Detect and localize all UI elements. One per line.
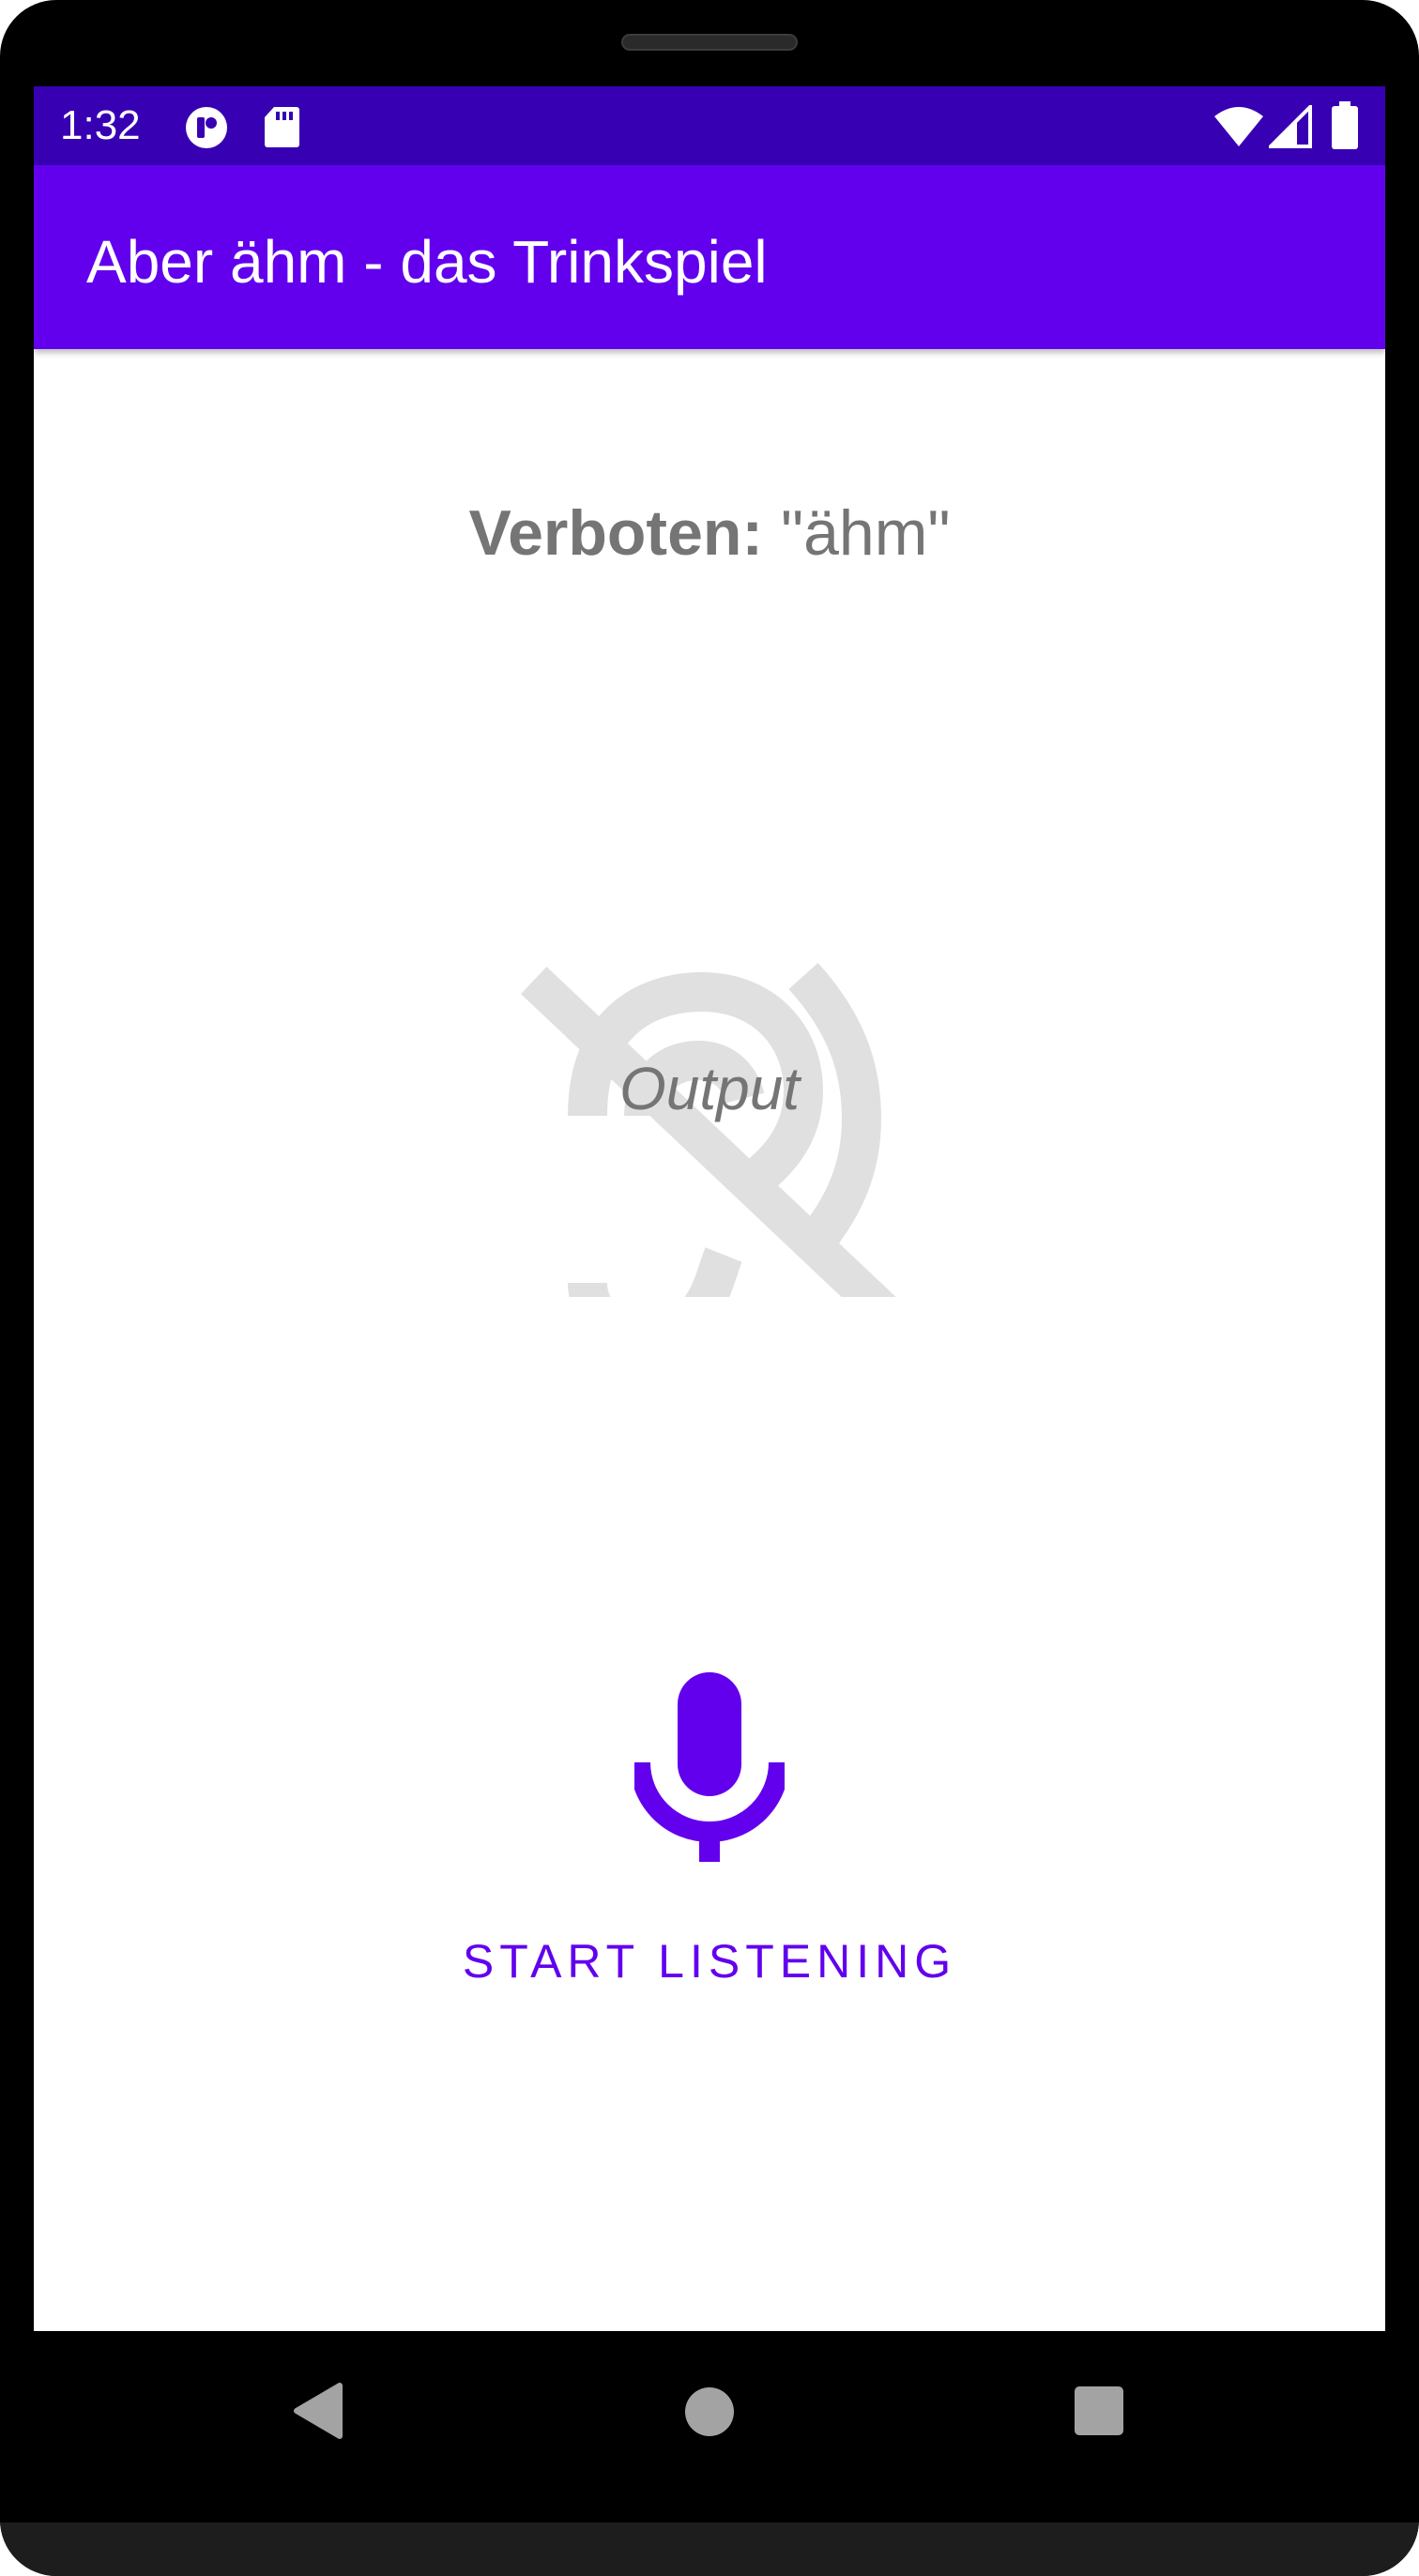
forbidden-label: Verboten:: [468, 497, 764, 569]
start-listening-button[interactable]: START LISTENING: [428, 1924, 991, 1999]
microphone-icon: [634, 1672, 785, 1862]
app-notification-icon: [186, 107, 227, 148]
bottom-bezel: [0, 2523, 1419, 2576]
forbidden-word: "ähm": [763, 497, 951, 569]
sd-card-icon: [265, 107, 299, 147]
battery-icon: [1332, 101, 1358, 149]
wifi-icon: [1214, 107, 1263, 146]
cell-signal-icon: [1269, 105, 1312, 148]
app-screen: 1:32 Aber ähm - das Trinkspiel Verboten:…: [34, 86, 1385, 2331]
back-icon[interactable]: [291, 2382, 343, 2440]
status-time: 1:32: [60, 102, 141, 148]
app-bar: Aber ähm - das Trinkspiel: [34, 165, 1385, 349]
output-text: Output: [618, 1055, 801, 1122]
microphone-button[interactable]: [616, 1672, 803, 1898]
recents-icon[interactable]: [1074, 2385, 1124, 2436]
navigation-bar: [0, 2331, 1419, 2523]
status-bar: 1:32: [34, 86, 1385, 165]
app-title: Aber ähm - das Trinkspiel: [86, 228, 768, 296]
device-frame: 1:32 Aber ähm - das Trinkspiel Verboten:…: [0, 0, 1419, 2576]
home-icon[interactable]: [683, 2385, 736, 2438]
forbidden-word-line: Verboten: "ähm": [34, 495, 1385, 571]
earpiece-speaker: [621, 34, 798, 51]
